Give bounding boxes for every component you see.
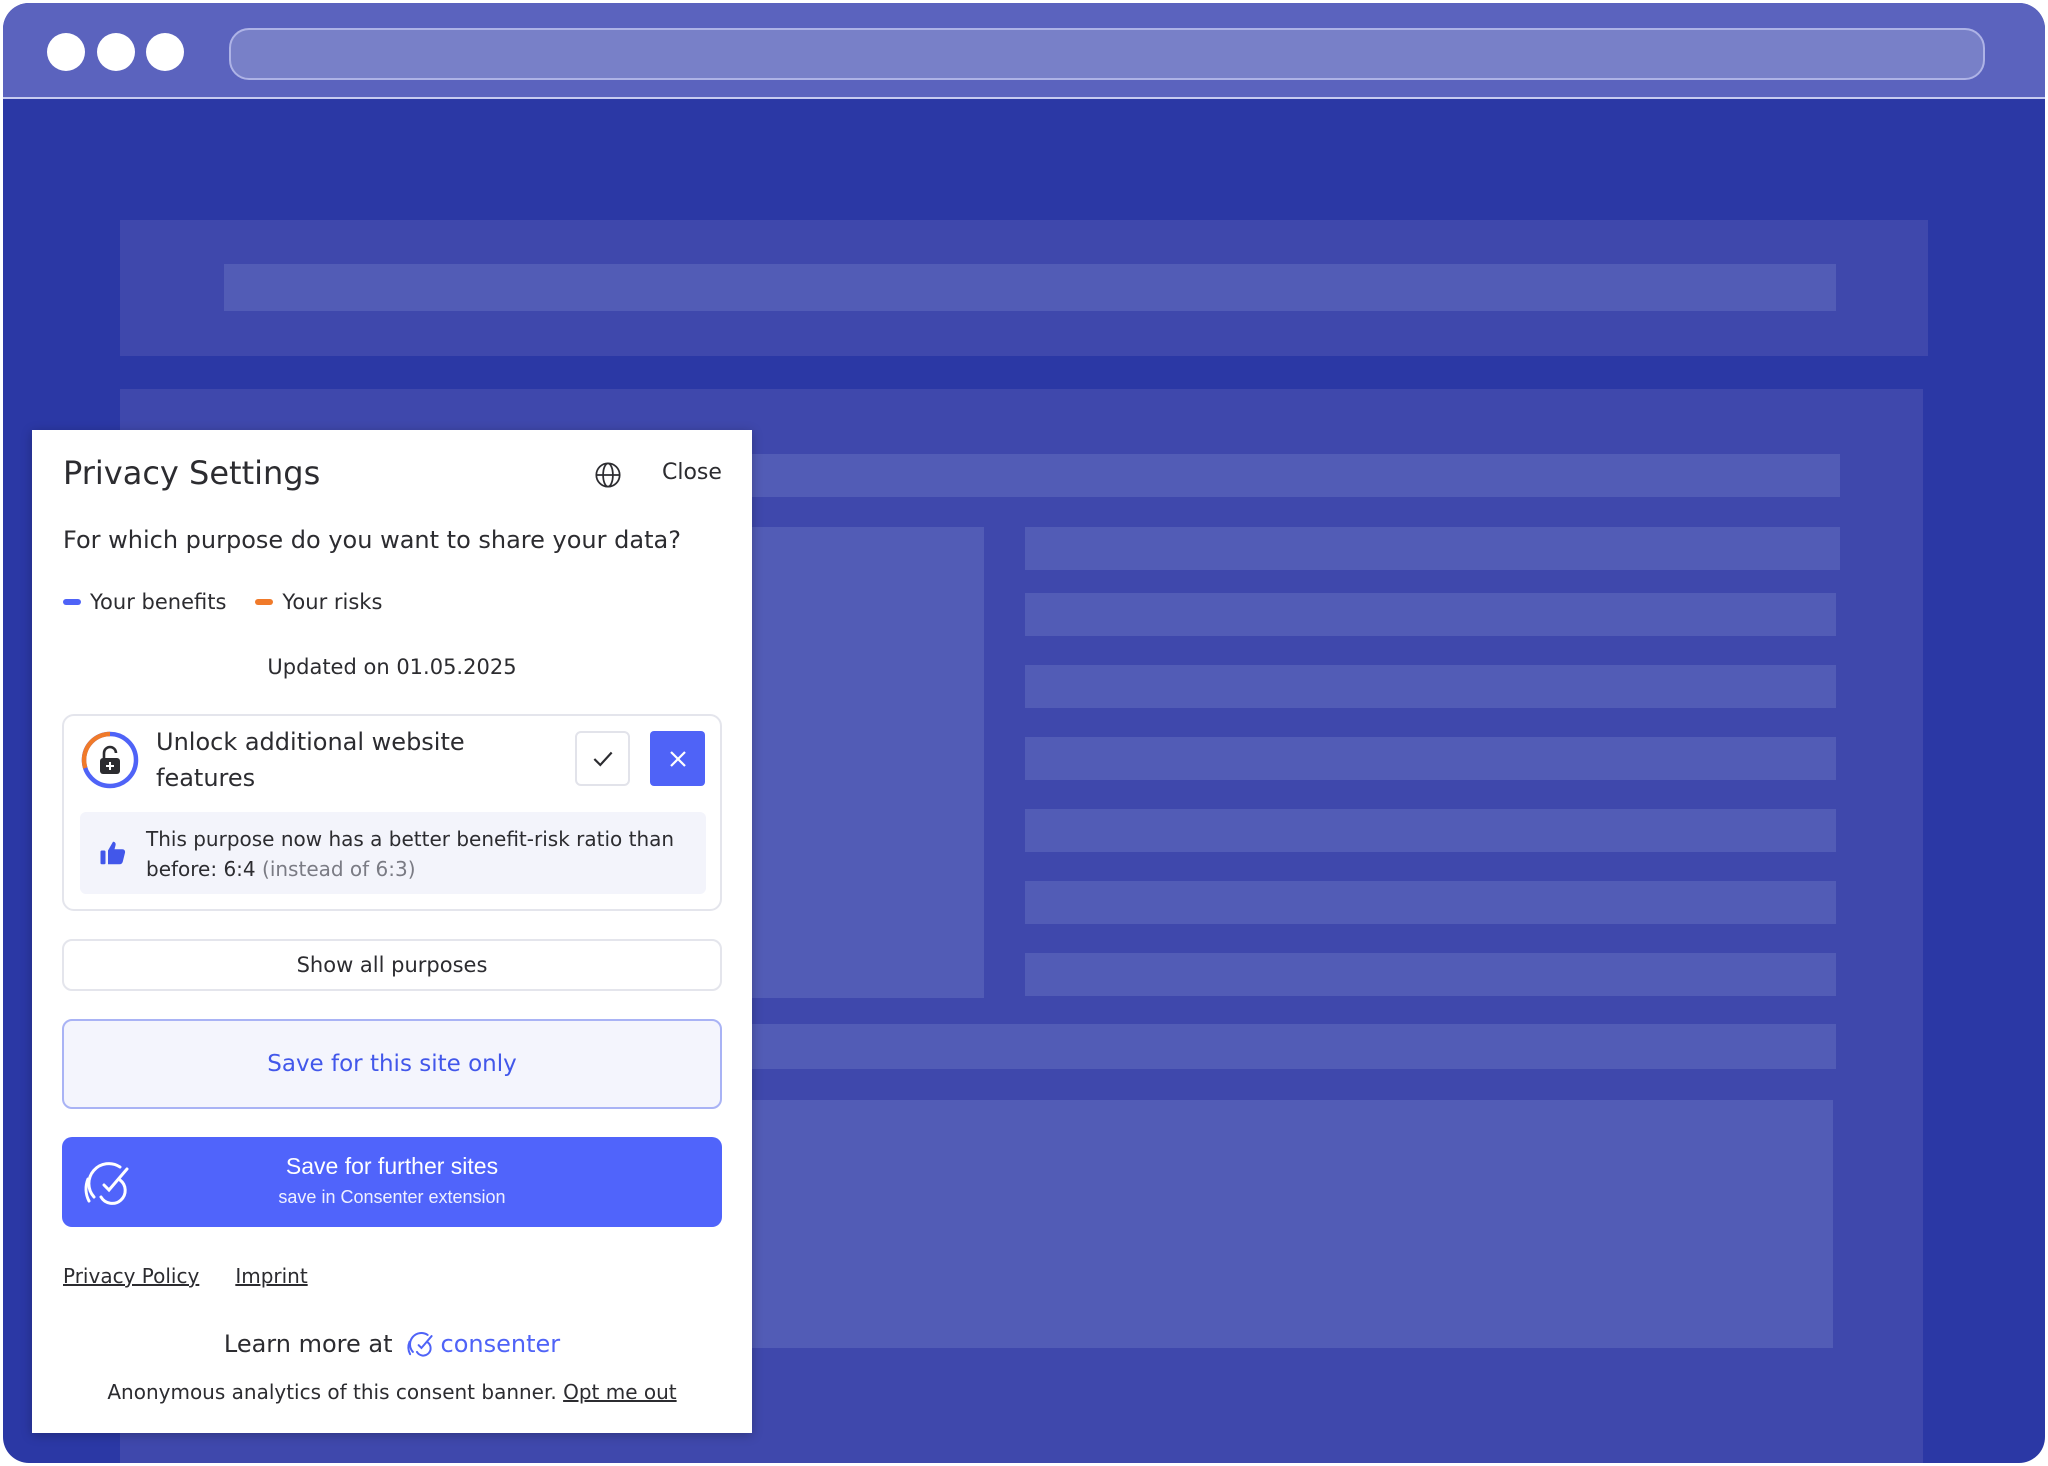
ratio-previous: (instead of 6:3) bbox=[262, 857, 416, 881]
benefits-swatch bbox=[63, 599, 81, 605]
reject-purpose-button[interactable] bbox=[650, 731, 705, 786]
save-further-sites-button[interactable]: Save for further sites save in Consenter… bbox=[62, 1137, 722, 1227]
page-text-line bbox=[1025, 881, 1836, 924]
opt-out-link[interactable]: Opt me out bbox=[563, 1380, 677, 1404]
risks-label: Your risks bbox=[282, 590, 383, 614]
window-maximize-dot[interactable] bbox=[146, 33, 184, 71]
consenter-brand-icon bbox=[406, 1332, 433, 1357]
imprint-link[interactable]: Imprint bbox=[235, 1264, 307, 1288]
purpose-title: Unlock additional website features bbox=[156, 728, 465, 792]
lock-icon bbox=[81, 731, 139, 789]
page-text-line bbox=[1025, 593, 1836, 636]
page-text-line bbox=[1025, 737, 1836, 780]
page-text-line bbox=[1025, 527, 1840, 570]
page-text-line bbox=[1025, 953, 1836, 996]
benefits-label: Your benefits bbox=[90, 590, 227, 614]
thumbs-up-icon bbox=[100, 841, 126, 865]
close-icon bbox=[669, 750, 686, 767]
consenter-brand-link[interactable]: consenter bbox=[405, 1327, 561, 1361]
save-further-label: Save for further sites bbox=[285, 1153, 499, 1179]
page-text-line bbox=[1025, 665, 1836, 708]
footer-links: Privacy Policy Imprint bbox=[63, 1264, 344, 1288]
show-all-purposes-button[interactable]: Show all purposes bbox=[62, 939, 722, 991]
brand-name: consenter bbox=[440, 1330, 561, 1358]
privacy-policy-link[interactable]: Privacy Policy bbox=[63, 1264, 199, 1288]
window-close-dot[interactable] bbox=[47, 33, 85, 71]
save-further-sublabel: save in Consenter extension bbox=[278, 1187, 506, 1207]
panel-title: Privacy Settings bbox=[63, 454, 321, 492]
purpose-card: Unlock additional website features This … bbox=[62, 714, 722, 911]
analytics-text: Anonymous analytics of this consent bann… bbox=[107, 1380, 557, 1404]
privacy-settings-panel: Privacy Settings Close For which purpose… bbox=[32, 430, 752, 1433]
updated-date: Updated on 01.05.2025 bbox=[267, 655, 517, 679]
address-bar[interactable] bbox=[229, 28, 1985, 80]
window-minimize-dot[interactable] bbox=[97, 33, 135, 71]
analytics-notice: Anonymous analytics of this consent bann… bbox=[32, 1380, 752, 1404]
legend: Your benefits Your risks bbox=[63, 590, 411, 614]
check-icon bbox=[593, 751, 612, 767]
ratio-text: This purpose now has a better benefit-ri… bbox=[146, 824, 706, 884]
accept-purpose-button[interactable] bbox=[575, 731, 630, 786]
learn-more-label: Learn more at bbox=[223, 1330, 393, 1358]
risks-swatch bbox=[255, 599, 274, 605]
page-text-line bbox=[1025, 809, 1836, 852]
learn-more: Learn more at consenter bbox=[32, 1327, 752, 1361]
page-header-bar bbox=[224, 264, 1836, 311]
browser-titlebar bbox=[3, 3, 2045, 99]
purpose-question: For which purpose do you want to share y… bbox=[63, 526, 681, 554]
save-site-only-button[interactable]: Save for this site only bbox=[62, 1019, 722, 1109]
globe-icon[interactable] bbox=[594, 461, 622, 489]
close-button[interactable]: Close bbox=[662, 460, 722, 485]
benefit-risk-notice: This purpose now has a better benefit-ri… bbox=[80, 812, 706, 894]
